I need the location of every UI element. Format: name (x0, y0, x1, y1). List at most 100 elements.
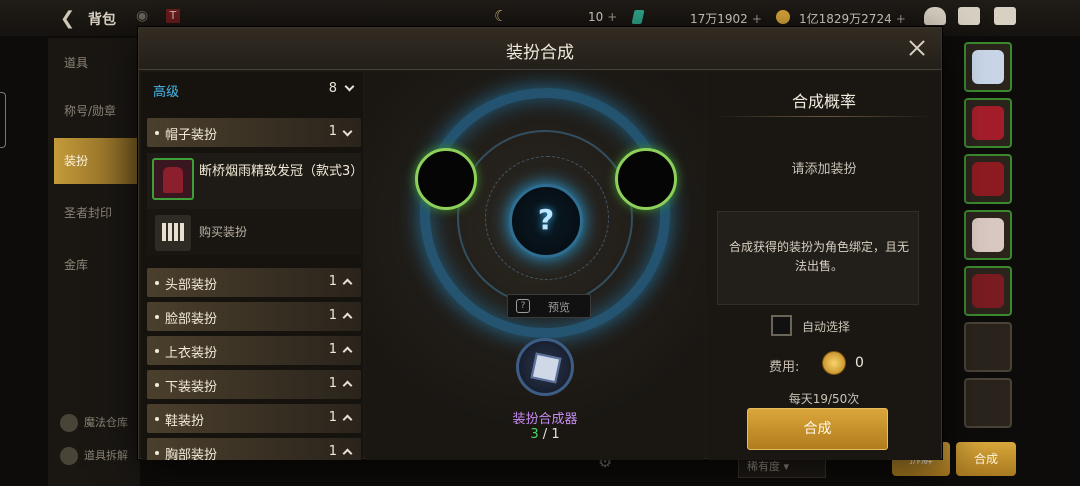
synthesizer-name: 装扮合成器 (512, 412, 578, 427)
bullet-icon (155, 131, 159, 135)
item-art (972, 50, 1004, 84)
synthesis-area: ? ? 预览 装扮合成器 3 / 1 (365, 72, 705, 460)
plus-icon[interactable]: + (607, 10, 617, 24)
avatar-item[interactable]: 断桥烟雨精致发冠（款式3） (147, 153, 363, 209)
mail-icon[interactable] (958, 7, 980, 25)
auto-select-label[interactable]: 自动选择 (802, 318, 850, 335)
bullet-icon (155, 451, 159, 455)
inventory-slot[interactable] (964, 154, 1012, 204)
buy-avatar-label: 购买装扮 (199, 225, 248, 239)
chevron-up-icon (342, 346, 353, 357)
preview-button[interactable]: ? 预览 (507, 294, 591, 318)
category-count: 1 (328, 444, 337, 459)
resource-count-2[interactable]: 17万1902 + (690, 10, 762, 27)
gold-coin-icon (776, 10, 790, 24)
inventory-slot[interactable] (964, 266, 1012, 316)
disassemble-nav-button[interactable]: 道具拆解 (60, 447, 128, 465)
tier-filter[interactable]: 高级 8 (141, 72, 363, 106)
category-chest[interactable]: 胸部装扮 1 (147, 438, 361, 460)
moon-icon: ☾ (494, 7, 508, 25)
synthesizer-required: 1 (551, 427, 560, 442)
side-handle[interactable] (0, 92, 6, 148)
inventory-slot[interactable] (964, 42, 1012, 92)
chat-icon[interactable] (994, 7, 1016, 25)
daily-limit: 每天19/50次 (788, 392, 860, 406)
dialog-header: 装扮合成 (139, 28, 941, 70)
nav-item-vault[interactable]: 金库 (54, 242, 140, 288)
inventory-slot-empty[interactable] (964, 378, 1012, 428)
nav-item-titles[interactable]: 称号/勋章 (54, 88, 140, 134)
category-name: 帽子装扮 (165, 128, 218, 143)
item-thumbnail (152, 158, 194, 200)
bullet-icon (155, 315, 159, 319)
synthesize-button[interactable]: 合成 (747, 408, 888, 450)
magic-storage-button[interactable]: 魔法仓库 (60, 414, 128, 432)
page-title: 背包 (88, 12, 116, 28)
rate-title: 合成概率 (791, 92, 856, 111)
category-name: 胸部装扮 (165, 448, 218, 460)
bottom-synthesize-button[interactable]: 合成 (956, 442, 1016, 476)
storage-icon (60, 414, 78, 432)
category-hat[interactable]: 帽子装扮 1 (147, 118, 361, 147)
synthesizer-icon[interactable] (516, 338, 574, 396)
notice-text: 合成获得的装扮为角色绑定，且无法出售。 (728, 240, 909, 273)
plus-icon[interactable]: + (896, 12, 906, 26)
material-slot-right[interactable] (615, 148, 677, 210)
eye-icon[interactable]: ◉ (136, 8, 148, 24)
preview-label: 预览 (548, 301, 570, 314)
nav-item-avatar[interactable]: 装扮 (54, 138, 140, 184)
category-name: 上衣装扮 (165, 346, 218, 361)
nav-item-seal[interactable]: 圣者封印 (54, 190, 140, 236)
item-name: 断桥烟雨精致发冠（款式3） (199, 164, 363, 179)
item-art (972, 106, 1004, 140)
plus-icon[interactable]: + (752, 12, 762, 26)
result-slot[interactable]: ? (509, 184, 583, 258)
category-head[interactable]: 头部装扮 1 (147, 268, 361, 297)
chevron-up-icon (342, 448, 353, 459)
category-face[interactable]: 脸部装扮 1 (147, 302, 361, 331)
avatar-category-list: 高级 8 帽子装扮 1 断桥烟雨精致发冠（款式3） 购买装扮 头部装扮 1 脸部… (141, 72, 363, 460)
resource-count-3[interactable]: 1亿1829万2724 + (799, 10, 906, 27)
magnifier-icon: ? (516, 299, 530, 313)
material-slot-left[interactable] (415, 148, 477, 210)
rate-panel: 合成概率 请添加装扮 合成获得的装扮为角色绑定，且无法出售。 自动选择 费用: … (707, 72, 941, 460)
category-count: 1 (328, 342, 337, 357)
category-name: 下装装扮 (165, 380, 218, 395)
category-count: 1 (328, 376, 337, 391)
cube-icon (530, 352, 562, 384)
bullet-icon (155, 349, 159, 353)
inventory-slot[interactable] (964, 98, 1012, 148)
category-shoes[interactable]: 鞋装扮 1 (147, 404, 361, 433)
fee-value: 0 (855, 355, 864, 371)
chevron-up-icon (342, 278, 353, 289)
home-icon[interactable] (924, 7, 946, 25)
nav-item-items[interactable]: 道具 (54, 40, 140, 86)
hat-icon (163, 167, 183, 193)
resource-value-2: 17万1902 (690, 12, 748, 26)
inventory-slot-empty[interactable] (964, 322, 1012, 372)
category-top[interactable]: 上衣装扮 1 (147, 336, 361, 365)
resource-count-1[interactable]: 10 + (588, 10, 617, 24)
disassemble-icon (60, 447, 78, 465)
chevron-up-icon (342, 380, 353, 391)
notice-box: 合成获得的装扮为角色绑定，且无法出售。 (717, 211, 919, 305)
title-badge-icon: T (166, 9, 180, 23)
category-count: 1 (328, 274, 337, 289)
rarity-select-label: 稀有度 (747, 460, 780, 473)
auto-select-checkbox[interactable] (771, 315, 792, 336)
synthesizer-count: 3 / 1 (530, 427, 560, 442)
bullet-icon (155, 281, 159, 285)
buy-avatar-row[interactable]: 购买装扮 (147, 209, 361, 255)
add-avatar-hint: 请添加装扮 (791, 162, 857, 177)
category-count: 1 (328, 410, 337, 425)
close-icon[interactable] (903, 34, 931, 62)
chevron-down-icon (342, 126, 353, 137)
chevron-up-icon (342, 312, 353, 323)
bullet-icon (155, 417, 159, 421)
back-arrow-icon[interactable]: ❮ (60, 8, 75, 29)
tier-label: 高级 (153, 85, 180, 100)
coin-icon (822, 351, 846, 375)
tier-count: 8 (328, 81, 337, 96)
category-bottom[interactable]: 下装装扮 1 (147, 370, 361, 399)
inventory-slot[interactable] (964, 210, 1012, 260)
